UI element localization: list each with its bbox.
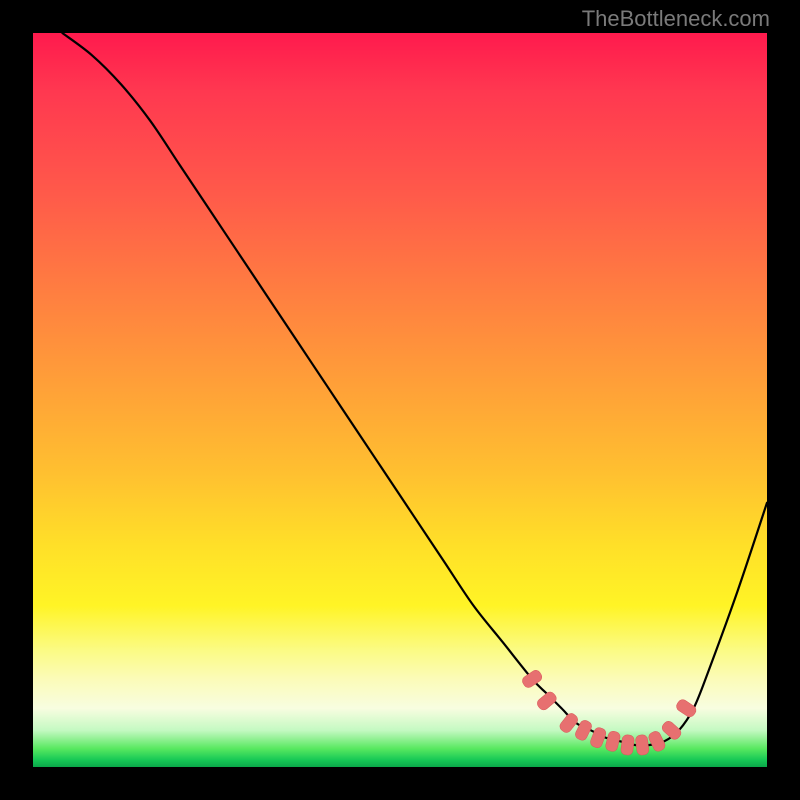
highlighted-marker bbox=[635, 734, 649, 755]
chart-svg bbox=[33, 33, 767, 767]
highlighted-markers-group bbox=[520, 668, 697, 755]
highlighted-marker bbox=[535, 690, 558, 712]
highlighted-marker bbox=[647, 730, 667, 753]
bottleneck-curve-line bbox=[62, 33, 767, 745]
highlighted-marker bbox=[605, 730, 621, 752]
plot-area bbox=[33, 33, 767, 767]
highlighted-marker bbox=[675, 698, 698, 719]
highlighted-marker bbox=[620, 734, 634, 755]
chart-frame: TheBottleneck.com bbox=[0, 0, 800, 800]
highlighted-marker bbox=[660, 719, 683, 741]
watermark-text: TheBottleneck.com bbox=[582, 6, 770, 32]
